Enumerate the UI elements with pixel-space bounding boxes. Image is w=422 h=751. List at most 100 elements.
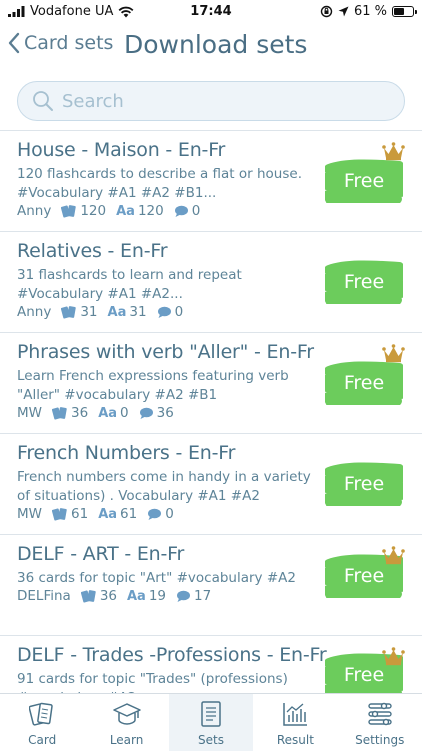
- free-label: Free: [343, 473, 385, 495]
- author: Anny: [17, 304, 51, 320]
- back-button-label: Card sets: [24, 32, 114, 54]
- words-count: Aa 61: [98, 506, 137, 522]
- chevron-left-icon: [8, 32, 20, 54]
- author-name: DELFina: [17, 588, 71, 604]
- battery-icon: [392, 6, 417, 17]
- set-title: DELF - ART - En-Fr: [17, 543, 185, 565]
- crown-icon: [382, 142, 405, 161]
- tab-result[interactable]: Result: [253, 694, 337, 751]
- comments-count-value: 36: [156, 405, 174, 421]
- text-icon: Aa: [127, 588, 146, 604]
- crown-icon: [382, 344, 405, 367]
- set-description: 31 flashcards to learn and repeat #Vocab…: [17, 267, 242, 302]
- text-icon: Aa: [98, 405, 118, 421]
- crown-icon: [382, 344, 405, 363]
- set-meta: MW 61 Aa 61 0: [17, 506, 184, 522]
- words-count-value: 19: [148, 588, 167, 604]
- set-title: French Numbers - En-Fr: [17, 442, 236, 464]
- author-name: MW: [17, 405, 42, 421]
- cards-count-value: 36: [99, 588, 117, 604]
- comments-count-value: 0: [191, 203, 201, 219]
- words-count-value: 61: [120, 506, 138, 522]
- set-title: Relatives - En-Fr: [17, 240, 168, 262]
- set-title: Phrases with verb "Aller" - En-Fr: [17, 341, 314, 363]
- page-title: Download sets: [124, 30, 308, 59]
- cards-icon: [52, 406, 67, 419]
- status-right: 61 %: [320, 4, 417, 19]
- cards-count: 61: [52, 506, 88, 522]
- set-description: 120 flashcards to describe a flat or hou…: [17, 166, 302, 201]
- set-meta: DELFina 36 Aa 19 17: [17, 588, 221, 604]
- tab-settings[interactable]: Settings: [338, 694, 422, 751]
- navigation-bar: Card sets Download sets: [0, 24, 422, 72]
- set-description: French numbers come in handy in a variet…: [17, 469, 311, 504]
- author-name: Anny: [17, 304, 52, 320]
- sets-list: House - Maison - En-Fr 120 flashcards to…: [0, 130, 422, 706]
- comments-count: 0: [147, 506, 174, 522]
- author: MW: [17, 405, 42, 421]
- comments-count-value: 0: [174, 304, 184, 320]
- comments-count-value: 0: [165, 506, 174, 522]
- free-badge[interactable]: Free: [325, 159, 403, 203]
- graduation-cap-icon: [112, 703, 141, 725]
- list-item[interactable]: Phrases with verb "Aller" - En-Fr Learn …: [0, 332, 422, 433]
- list-item[interactable]: French Numbers - En-Fr French numbers co…: [0, 433, 422, 534]
- tab-learn[interactable]: Learn: [84, 694, 168, 751]
- cards-icon: [61, 305, 77, 318]
- comment-icon: [174, 205, 188, 217]
- cards-count-value: 61: [71, 506, 89, 522]
- author-name: MW: [17, 506, 42, 522]
- carrier-name: Vodafone UA: [30, 4, 114, 19]
- list-item[interactable]: Relatives - En-Fr 31 flashcards to learn…: [0, 231, 422, 332]
- back-button[interactable]: Card sets: [8, 32, 113, 54]
- status-bar: Vodafone UA 17:44 61 %: [0, 0, 422, 24]
- crown-icon: [382, 546, 405, 565]
- tab-label: Settings: [355, 733, 405, 747]
- cards-count: 31: [61, 304, 98, 320]
- text-icon: Aa: [107, 304, 127, 320]
- comment-icon: [157, 306, 171, 318]
- words-count: Aa 120: [116, 203, 164, 219]
- tab-sets[interactable]: Sets: [168, 694, 254, 751]
- cards-icon: [61, 204, 77, 217]
- set-meta: Anny 31 Aa 31 0: [17, 304, 193, 320]
- cards-count: 36: [80, 588, 117, 604]
- set-description: Learn French expressions featuring verb …: [17, 368, 289, 403]
- tab-bar: Card Learn Sets Result Settings: [0, 693, 422, 751]
- comment-icon: [177, 590, 191, 602]
- chart-icon: [283, 703, 308, 726]
- cards-count: 36: [52, 405, 88, 421]
- tab-label: Sets: [197, 733, 224, 747]
- free-badge[interactable]: Free: [325, 361, 403, 405]
- cards-count: 120: [61, 203, 106, 219]
- list-item[interactable]: House - Maison - En-Fr 120 flashcards to…: [0, 130, 422, 231]
- battery-percent: 61 %: [353, 4, 387, 19]
- crown-icon: [382, 647, 405, 670]
- author: Anny: [17, 203, 51, 219]
- words-count-value: 31: [129, 304, 147, 320]
- free-badge[interactable]: Free: [325, 260, 403, 304]
- comments-count: 17: [176, 588, 211, 604]
- search-input[interactable]: [60, 89, 364, 113]
- comment-icon: [148, 508, 162, 520]
- tab-label: Learn: [109, 733, 144, 747]
- comment-icon: [139, 407, 153, 419]
- comments-count-value: 17: [194, 588, 212, 604]
- list-item[interactable]: DELF - ART - En-Fr 36 cards for topic "A…: [0, 534, 422, 635]
- tab-card[interactable]: Card: [0, 694, 84, 751]
- words-count: Aa 31: [108, 304, 147, 320]
- text-icon: Aa: [98, 506, 118, 522]
- crown-icon: [382, 647, 405, 666]
- words-count: Aa 0: [98, 405, 128, 421]
- words-count-value: 120: [137, 203, 164, 219]
- author-name: Anny: [17, 203, 52, 219]
- author: MW: [17, 506, 42, 522]
- set-title: DELF - Trades -Professions - En-Fr: [17, 644, 327, 666]
- document-icon: [201, 701, 221, 727]
- set-title: House - Maison - En-Fr: [17, 139, 226, 161]
- crown-icon: [382, 546, 405, 569]
- search-bar[interactable]: [17, 81, 405, 121]
- cards-icon: [29, 702, 53, 726]
- free-badge[interactable]: Free: [325, 462, 403, 506]
- author: DELFina: [17, 588, 71, 604]
